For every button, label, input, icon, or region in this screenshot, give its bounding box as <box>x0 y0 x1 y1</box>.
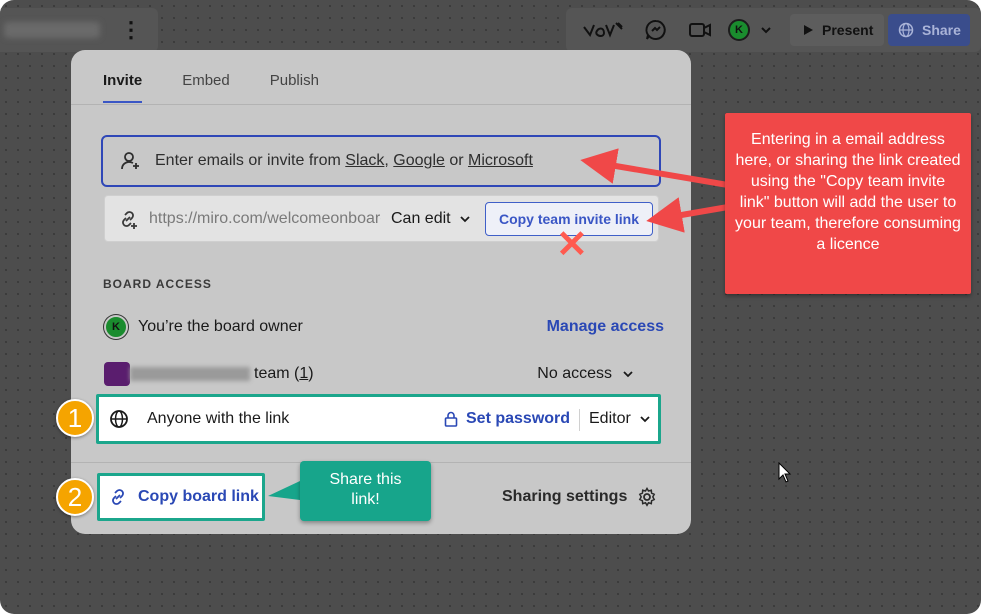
team-avatar <box>104 362 130 386</box>
comments-icon[interactable] <box>644 18 668 42</box>
collaboration-toolbar: K Present Share <box>566 8 981 52</box>
slack-link[interactable]: Slack <box>345 152 384 169</box>
anyone-with-link-row: Anyone with the link Set password Editor <box>96 394 661 444</box>
share-tabs: Invite Embed Publish <box>103 72 319 103</box>
invite-placeholder: Enter emails or invite from Slack, Googl… <box>155 152 533 170</box>
more-options-icon[interactable]: ⋮ <box>120 16 142 44</box>
user-avatar[interactable]: K <box>728 18 750 42</box>
tab-publish[interactable]: Publish <box>270 72 319 103</box>
link-icon <box>112 489 124 505</box>
board-title-bar: ⋮ <box>0 8 158 52</box>
play-icon <box>804 25 813 35</box>
team-access-label: No access <box>537 365 612 382</box>
owner-avatar: K <box>104 315 128 339</box>
owner-text: You’re the board owner <box>138 318 303 335</box>
team-suffix: team ( <box>254 365 300 382</box>
copy-board-link-label: Copy board link <box>138 488 259 505</box>
reactions-icon[interactable] <box>580 18 626 42</box>
google-link[interactable]: Google <box>393 152 445 169</box>
set-password-label: Set password <box>466 410 571 427</box>
separator: or <box>444 152 469 169</box>
step-1-badge: 1 <box>56 399 94 437</box>
add-link-icon <box>122 210 137 229</box>
cross-mark-icon: ✕ <box>556 224 588 266</box>
anyone-label: Anyone with the link <box>147 410 290 427</box>
mouse-cursor-icon <box>778 462 792 483</box>
team-count[interactable]: 1 <box>299 365 308 382</box>
link-role-dropdown[interactable]: Editor <box>589 410 651 428</box>
invite-email-input[interactable]: Enter emails or invite from Slack, Googl… <box>101 135 661 187</box>
present-label: Present <box>822 22 874 38</box>
board-title-blurred <box>4 22 100 38</box>
divider <box>579 409 580 431</box>
team-close: ) <box>308 365 314 382</box>
chevron-down-icon[interactable] <box>760 18 772 42</box>
add-user-icon <box>121 152 139 170</box>
manage-access-link[interactable]: Manage access <box>547 318 664 336</box>
step-2-badge: 2 <box>56 478 94 516</box>
set-password-button[interactable]: Set password <box>444 410 570 428</box>
chevron-down-icon <box>623 371 633 378</box>
tab-embed[interactable]: Embed <box>182 72 230 103</box>
share-button[interactable]: Share <box>888 14 970 46</box>
present-button[interactable]: Present <box>790 14 884 46</box>
separator: , <box>384 152 394 169</box>
divider <box>71 104 691 105</box>
board-access-heading: BOARD ACCESS <box>103 277 212 291</box>
permission-label: Can edit <box>391 209 451 227</box>
team-access-dropdown[interactable]: No access <box>537 365 634 383</box>
owner-row: K You’re the board owner Manage access <box>104 315 664 339</box>
avatar-initial: K <box>728 19 750 41</box>
sharing-settings-button[interactable]: Sharing settings <box>502 487 657 507</box>
team-invite-url[interactable]: https://miro.com/welcomeonboard <box>149 210 381 228</box>
chevron-down-icon <box>459 215 470 222</box>
warning-callout: Entering in a email address here, or sha… <box>725 113 971 294</box>
tab-invite[interactable]: Invite <box>103 72 143 103</box>
share-label: Share <box>922 22 961 38</box>
video-call-icon[interactable] <box>688 18 712 42</box>
globe-icon <box>898 22 914 38</box>
link-permission-dropdown[interactable]: Can edit <box>391 210 471 228</box>
team-name-blurred <box>130 367 250 381</box>
board-canvas[interactable]: ⋮ K Present Share Invite Embed Publish E… <box>0 0 981 614</box>
invite-prefix: Enter emails or invite from <box>155 152 346 169</box>
link-role-label: Editor <box>589 410 631 427</box>
sharing-settings-label: Sharing settings <box>502 488 628 505</box>
team-label: team (1) <box>254 365 314 383</box>
copy-board-link-button[interactable]: Copy board link <box>97 473 265 521</box>
share-callout-line-1: Share this <box>329 471 402 488</box>
gear-icon <box>639 487 656 507</box>
team-access-row: team (1) No access <box>104 362 664 386</box>
share-callout-line-2: link! <box>351 491 380 508</box>
chevron-down-icon <box>640 416 650 423</box>
lock-icon <box>444 411 458 427</box>
microsoft-link[interactable]: Microsoft <box>468 152 533 169</box>
globe-icon <box>110 410 128 428</box>
share-callout: Share this link! <box>300 461 431 521</box>
